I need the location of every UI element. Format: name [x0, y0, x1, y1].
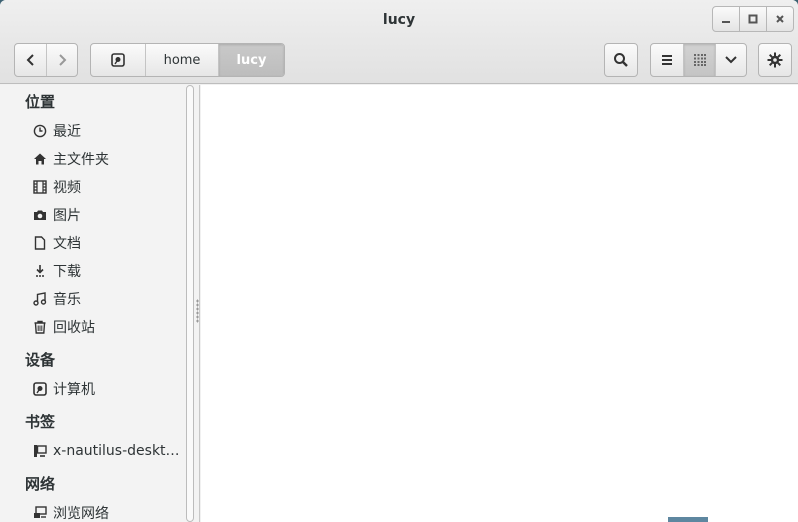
- desktop-icon: [32, 443, 48, 459]
- home-icon: [32, 151, 48, 167]
- sidebar-item-label: 音乐: [53, 292, 81, 308]
- close-icon: [776, 15, 784, 23]
- trash-icon: [32, 319, 48, 335]
- back-button[interactable]: [15, 44, 46, 76]
- search-icon: [614, 53, 628, 67]
- search-button[interactable]: [604, 43, 638, 77]
- view-options-button[interactable]: [715, 44, 746, 76]
- file-manager-window: lucy home lucy 位置 最近 主文件夹 视频 图片 文档 下载 音乐…: [0, 0, 798, 522]
- breadcrumb-home[interactable]: home: [145, 44, 218, 76]
- download-icon: [32, 263, 48, 279]
- sidebar-item-label: x-nautilus-deskt…: [53, 443, 180, 459]
- minimize-button[interactable]: [712, 6, 740, 32]
- music-icon: [32, 291, 48, 307]
- nav-buttons: [14, 43, 78, 77]
- list-view-button[interactable]: [651, 44, 683, 76]
- chevron-down-icon: [725, 56, 737, 64]
- network-icon: [32, 505, 48, 521]
- drive-icon: [32, 381, 48, 397]
- sidebar-item-label: 图片: [53, 208, 81, 224]
- sidebar-item-recent[interactable]: 最近: [32, 119, 182, 143]
- view-buttons: [650, 43, 747, 77]
- pane-resize-handle[interactable]: [196, 299, 199, 323]
- sidebar-item-label: 视频: [53, 180, 81, 196]
- grid-view-button[interactable]: [683, 44, 715, 76]
- drive-icon: [111, 53, 125, 67]
- grid-view-icon: [693, 54, 706, 66]
- sidebar-item-trash[interactable]: 回收站: [32, 315, 182, 339]
- sidebar-item-documents[interactable]: 文档: [32, 231, 182, 255]
- sidebar-item-label: 浏览网络: [53, 506, 109, 522]
- maximize-button[interactable]: [739, 6, 767, 32]
- sidebar-item-label: 最近: [53, 124, 81, 140]
- sidebar-item-computer[interactable]: 计算机: [32, 377, 182, 401]
- sidebar-item-browse-network[interactable]: 浏览网络: [32, 501, 182, 522]
- clock-icon: [32, 123, 48, 139]
- settings-button[interactable]: [758, 43, 792, 77]
- forward-button[interactable]: [46, 44, 77, 76]
- sidebar-item-music[interactable]: 音乐: [32, 287, 182, 311]
- file-view-area[interactable]: [201, 85, 798, 522]
- breadcrumb-lucy[interactable]: lucy: [218, 44, 284, 76]
- camera-icon: [32, 207, 48, 223]
- breadcrumb: home lucy: [90, 43, 285, 77]
- window-controls: [712, 6, 794, 32]
- desktop-peek: [668, 517, 708, 522]
- breadcrumb-computer[interactable]: [91, 44, 145, 76]
- sidebar: 位置 最近 主文件夹 视频 图片 文档 下载 音乐 回收站 设备 计算机 书签 …: [0, 85, 200, 522]
- maximize-icon: [748, 14, 758, 24]
- sidebar-item-pictures[interactable]: 图片: [32, 203, 182, 227]
- sidebar-item-downloads[interactable]: 下载: [32, 259, 182, 283]
- sidebar-scrollbar[interactable]: [186, 85, 194, 522]
- chevron-left-icon: [26, 54, 34, 66]
- sidebar-header-places: 位置: [25, 93, 56, 111]
- sidebar-header-network: 网络: [25, 475, 56, 493]
- sidebar-item-desktop-bookmark[interactable]: x-nautilus-deskt…: [32, 439, 182, 463]
- sidebar-item-label: 下载: [53, 264, 81, 280]
- sidebar-item-label: 回收站: [53, 320, 95, 336]
- document-icon: [32, 235, 48, 251]
- gear-icon: [767, 52, 783, 68]
- sidebar-item-label: 计算机: [53, 382, 95, 398]
- list-view-icon: [662, 55, 672, 65]
- minimize-icon: [722, 21, 730, 23]
- sidebar-header-devices: 设备: [25, 351, 56, 369]
- sidebar-item-label: 主文件夹: [53, 152, 109, 168]
- window-title: lucy: [382, 12, 416, 28]
- chevron-right-icon: [59, 54, 67, 66]
- film-icon: [32, 179, 48, 195]
- header-bar: lucy home lucy: [0, 0, 798, 84]
- sidebar-item-home[interactable]: 主文件夹: [32, 147, 182, 171]
- close-button[interactable]: [766, 6, 794, 32]
- sidebar-item-label: 文档: [53, 236, 81, 252]
- sidebar-item-videos[interactable]: 视频: [32, 175, 182, 199]
- sidebar-header-bookmarks: 书签: [25, 413, 56, 431]
